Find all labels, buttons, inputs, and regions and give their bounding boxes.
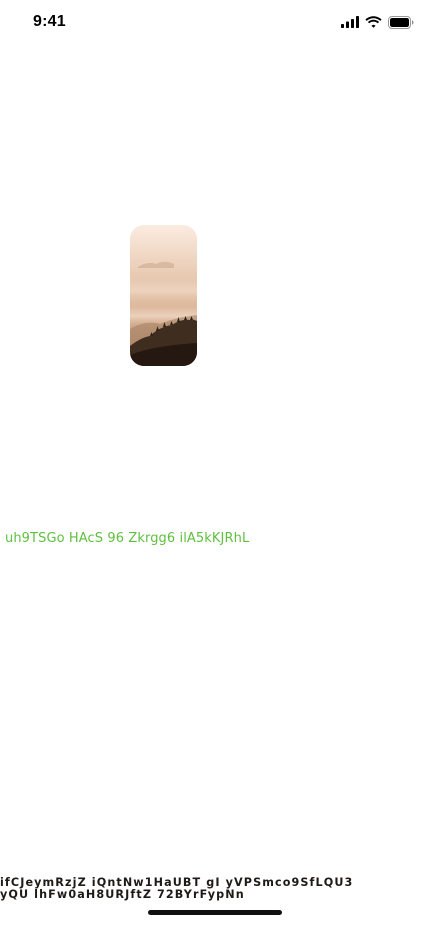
mountain-image-icon	[130, 225, 197, 366]
wifi-icon	[365, 16, 382, 28]
battery-icon	[388, 15, 414, 29]
status-time: 9:41	[33, 13, 66, 30]
cellular-signal-icon	[341, 16, 359, 28]
green-text-line: uh9TSGo HAcS 96 Zkrgg6 ilA5kKJRhL	[5, 531, 250, 546]
status-icons	[341, 14, 414, 30]
bottom-text-block: ifCJeymRzjZ iQntNw1HaUBT gI yVPSmco9SfLQ…	[0, 877, 430, 901]
misty-mountain-photo[interactable]	[130, 225, 197, 366]
status-bar: 9:41	[0, 0, 430, 44]
home-indicator[interactable]	[148, 910, 282, 915]
bottom-text-line-2: yQU lhFw0aH8URJftZ 72BYrFypNn	[0, 888, 245, 901]
